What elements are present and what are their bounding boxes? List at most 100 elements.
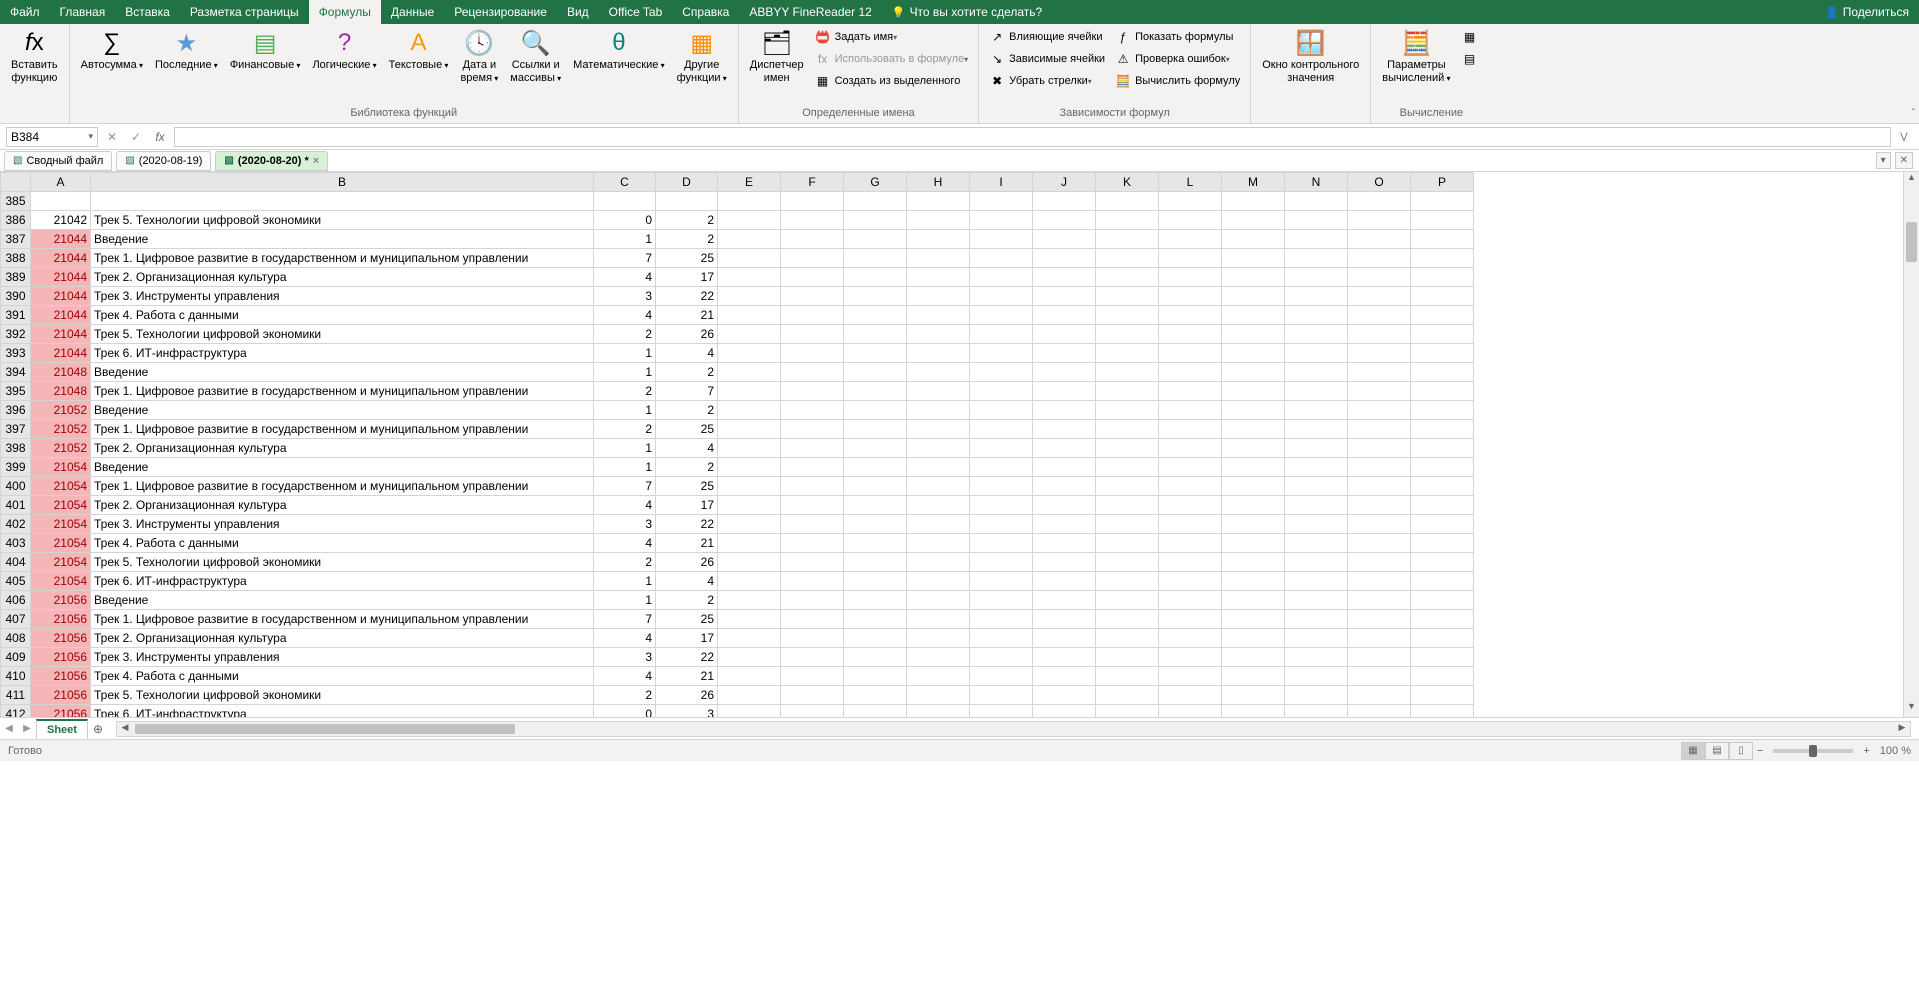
cell[interactable]: Введение: [91, 230, 594, 249]
cell[interactable]: Трек 5. Технологии цифровой экономики: [91, 211, 594, 230]
cell[interactable]: [1222, 249, 1285, 268]
cell[interactable]: [907, 325, 970, 344]
cell[interactable]: [844, 496, 907, 515]
cell[interactable]: [1159, 401, 1222, 420]
cell[interactable]: [781, 401, 844, 420]
cell[interactable]: [844, 363, 907, 382]
cell[interactable]: [970, 667, 1033, 686]
cell[interactable]: [1033, 344, 1096, 363]
cell[interactable]: 21054: [31, 572, 91, 591]
cell[interactable]: [1096, 249, 1159, 268]
cell[interactable]: [907, 534, 970, 553]
cell[interactable]: [1096, 287, 1159, 306]
cell[interactable]: [1348, 249, 1411, 268]
row-header[interactable]: 394: [1, 363, 31, 382]
cell[interactable]: [1096, 192, 1159, 211]
cell[interactable]: [781, 553, 844, 572]
cell[interactable]: [656, 192, 718, 211]
cell[interactable]: [1411, 629, 1474, 648]
cell[interactable]: [1285, 268, 1348, 287]
cell[interactable]: [1285, 211, 1348, 230]
trace-dependents-button[interactable]: ↘Зависимые ячейки: [985, 48, 1109, 70]
column-header[interactable]: J: [1033, 173, 1096, 192]
cell[interactable]: [1348, 553, 1411, 572]
cell[interactable]: [1096, 401, 1159, 420]
cell[interactable]: [781, 534, 844, 553]
cell[interactable]: [718, 705, 781, 718]
row-header[interactable]: 405: [1, 572, 31, 591]
cell[interactable]: [781, 344, 844, 363]
cell[interactable]: [1159, 496, 1222, 515]
row-header[interactable]: 398: [1, 439, 31, 458]
menu-tab-office tab[interactable]: Office Tab: [599, 0, 673, 24]
row-header[interactable]: 386: [1, 211, 31, 230]
cell[interactable]: [907, 382, 970, 401]
cell[interactable]: [1159, 306, 1222, 325]
menu-tab-файл[interactable]: Файл: [0, 0, 50, 24]
row-header[interactable]: 392: [1, 325, 31, 344]
recent-button[interactable]: ★Последние: [150, 26, 223, 104]
cell[interactable]: [1285, 648, 1348, 667]
cell[interactable]: [1159, 458, 1222, 477]
row-header[interactable]: 400: [1, 477, 31, 496]
cell[interactable]: 21044: [31, 268, 91, 287]
cell[interactable]: Трек 2. Организационная культура: [91, 268, 594, 287]
cell[interactable]: [1033, 268, 1096, 287]
cell[interactable]: [1159, 705, 1222, 718]
cell[interactable]: [844, 591, 907, 610]
cell[interactable]: [970, 629, 1033, 648]
cell[interactable]: [1159, 268, 1222, 287]
cell[interactable]: [1033, 591, 1096, 610]
row-header[interactable]: 401: [1, 496, 31, 515]
cell[interactable]: [1348, 686, 1411, 705]
cell[interactable]: 7: [594, 249, 656, 268]
row-header[interactable]: 389: [1, 268, 31, 287]
column-header[interactable]: O: [1348, 173, 1411, 192]
collapse-ribbon-button[interactable]: ˆ: [1912, 108, 1915, 119]
cell[interactable]: [907, 705, 970, 718]
cell[interactable]: 21: [656, 534, 718, 553]
cell[interactable]: [1285, 591, 1348, 610]
cell[interactable]: [1348, 629, 1411, 648]
cell[interactable]: Трек 1. Цифровое развитие в государствен…: [91, 249, 594, 268]
cell[interactable]: [1033, 306, 1096, 325]
cell[interactable]: 2: [656, 230, 718, 249]
cell[interactable]: [1033, 515, 1096, 534]
cell[interactable]: [1285, 572, 1348, 591]
cell[interactable]: 2: [656, 211, 718, 230]
cell[interactable]: Трек 6. ИТ-инфраструктура: [91, 572, 594, 591]
cell[interactable]: [970, 439, 1033, 458]
cell[interactable]: [1033, 211, 1096, 230]
cell[interactable]: [781, 230, 844, 249]
cell[interactable]: [1159, 591, 1222, 610]
cell[interactable]: [781, 705, 844, 718]
cell[interactable]: [1159, 553, 1222, 572]
row-header[interactable]: 410: [1, 667, 31, 686]
cell[interactable]: 21054: [31, 515, 91, 534]
evaluate-formula-button[interactable]: 🧮Вычислить формулу: [1111, 70, 1244, 92]
cell[interactable]: [1411, 553, 1474, 572]
cell[interactable]: [1096, 230, 1159, 249]
cell[interactable]: [1348, 610, 1411, 629]
cell[interactable]: 21052: [31, 439, 91, 458]
cell[interactable]: [844, 553, 907, 572]
cell[interactable]: [1285, 705, 1348, 718]
cell[interactable]: [1222, 648, 1285, 667]
cell[interactable]: Трек 4. Работа с данными: [91, 306, 594, 325]
cell[interactable]: [907, 496, 970, 515]
cell[interactable]: [1348, 230, 1411, 249]
cell[interactable]: 21044: [31, 230, 91, 249]
cell[interactable]: [970, 591, 1033, 610]
cell[interactable]: [844, 344, 907, 363]
cell[interactable]: 21: [656, 306, 718, 325]
cell[interactable]: [781, 306, 844, 325]
cell[interactable]: [1411, 287, 1474, 306]
cell[interactable]: [1159, 249, 1222, 268]
name-manager-button[interactable]: 🗂Диспетчеримен: [745, 26, 809, 104]
cell[interactable]: [718, 591, 781, 610]
cell[interactable]: [1159, 477, 1222, 496]
cell[interactable]: [907, 363, 970, 382]
cell[interactable]: 2: [594, 420, 656, 439]
cell[interactable]: [1285, 420, 1348, 439]
calc-options-button[interactable]: 🧮Параметрывычислений: [1377, 26, 1455, 104]
